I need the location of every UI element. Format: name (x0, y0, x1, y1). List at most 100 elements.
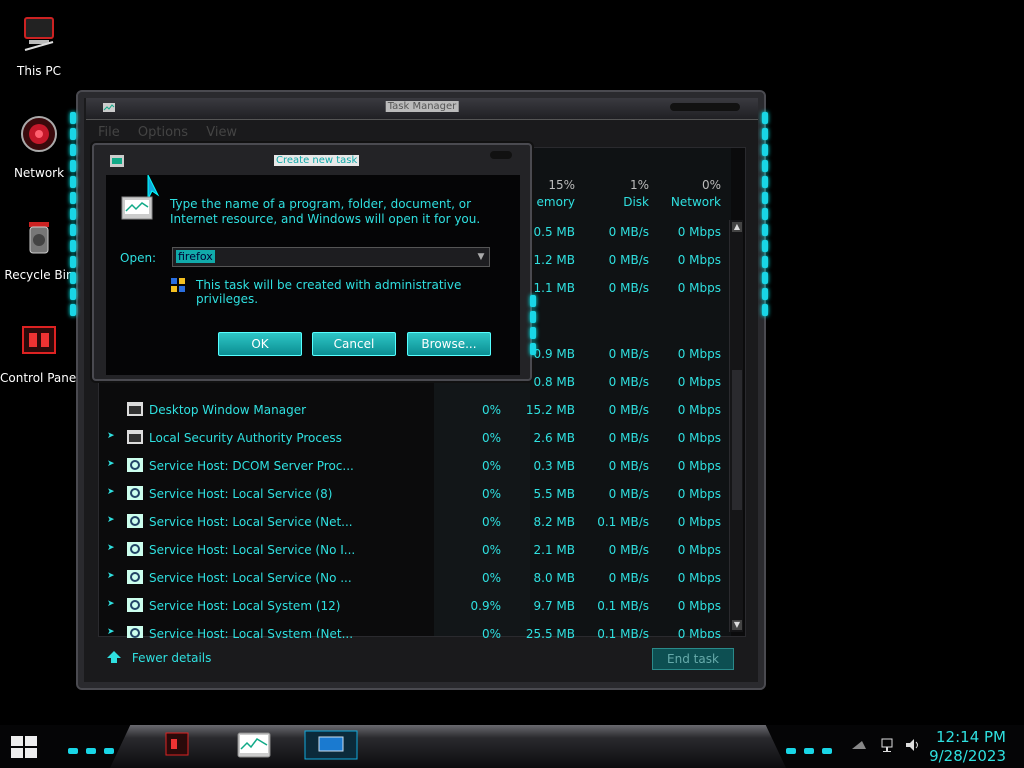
disk-cell: 0 MB/s (608, 253, 649, 267)
desktop-icon-label: This PC (17, 64, 61, 78)
open-combobox[interactable]: firefox ▼ (172, 247, 490, 267)
open-input-value[interactable]: firefox (176, 250, 215, 263)
fewer-details-label: Fewer details (131, 651, 212, 665)
scroll-down-arrow-icon[interactable]: ▼ (732, 620, 742, 630)
process-name: Service Host: Local System (12) (149, 599, 341, 613)
expand-arrow-icon[interactable]: ➤ (107, 431, 117, 441)
table-row[interactable]: ➤ Local Security Authority Process 0% 2.… (99, 424, 731, 452)
scroll-up-arrow-icon[interactable]: ▲ (732, 222, 742, 232)
memory-cell: 2.6 MB (533, 431, 575, 445)
expand-arrow-icon[interactable]: ➤ (107, 571, 117, 581)
table-row[interactable]: ➤ Service Host: Local Service (No ... 0%… (99, 564, 731, 592)
table-row[interactable]: ➤ Service Host: Local Service (Net... 0%… (99, 508, 731, 536)
table-row[interactable]: ➤ Service Host: Local System (Net... 0% … (99, 620, 731, 638)
desktop-icon-control-panel[interactable]: Control Panel (0, 319, 80, 385)
disk-cell: 0 MB/s (608, 403, 649, 417)
admin-shield-icon (171, 278, 185, 292)
table-row[interactable]: ➤ Service Host: Local Service (No I... 0… (99, 536, 731, 564)
memory-cell: 8.0 MB (533, 571, 575, 585)
network-cell: 0 Mbps (677, 599, 721, 613)
window-edge-lights-left (70, 112, 78, 320)
task-manager-titlebar[interactable]: Task Manager (86, 98, 758, 120)
cpu-cell: 0% (481, 627, 501, 638)
arrow-up-icon (107, 651, 121, 663)
window-icon (127, 402, 143, 416)
chevron-down-icon[interactable]: ▼ (473, 248, 489, 266)
dialog-close-button[interactable] (490, 151, 512, 159)
volume-icon[interactable] (904, 737, 922, 753)
dialog-message: Type the name of a program, folder, docu… (170, 197, 481, 226)
memory-cell: 9.7 MB (533, 599, 575, 613)
expand-arrow-icon[interactable]: ➤ (107, 543, 117, 553)
expand-arrow-icon[interactable]: ➤ (107, 627, 117, 637)
control-panel-taskbar-icon[interactable] (150, 729, 206, 761)
table-row[interactable]: ➤ Service Host: Local Service (8) 0% 5.5… (99, 480, 731, 508)
column-header-disk[interactable]: 1% Disk (579, 178, 649, 209)
menu-view[interactable]: View (206, 125, 237, 140)
admin-privileges-note: This task will be created with administr… (196, 278, 462, 306)
windows-start-icon[interactable] (10, 735, 38, 759)
gear-icon (127, 486, 143, 500)
memory-cell: 5.5 MB (533, 487, 575, 501)
desktop-icon-this-pc[interactable]: This PC (0, 12, 78, 78)
create-new-task-dialog: Create new task Type the name of a progr… (92, 143, 536, 381)
memory-cell: 15.2 MB (525, 403, 575, 417)
table-row[interactable]: Desktop Window Manager 0% 15.2 MB 0 MB/s… (99, 396, 731, 424)
column-header-network[interactable]: 0% Network (649, 178, 721, 209)
disk-cell: 0 MB/s (608, 431, 649, 445)
network-cell: 0 Mbps (677, 281, 721, 295)
network-percent: 0% (701, 178, 721, 192)
control-panel-icon (22, 326, 56, 354)
process-name: Service Host: Local Service (8) (149, 487, 333, 501)
menu-file[interactable]: File (98, 125, 120, 140)
dialog-content: Type the name of a program, folder, docu… (106, 175, 520, 375)
fewer-details-link[interactable]: Fewer details (106, 650, 211, 665)
notification-chevron-icon[interactable] (850, 737, 868, 753)
expand-arrow-icon[interactable]: ➤ (107, 459, 117, 469)
expand-arrow-icon[interactable]: ➤ (107, 515, 117, 525)
network-cell: 0 Mbps (677, 459, 721, 473)
dialog-edge-lights (530, 295, 538, 359)
desktop-icon-label: Network (13, 166, 65, 180)
run-program-icon (121, 175, 160, 220)
end-task-button[interactable]: End task (652, 648, 734, 670)
network-cell: 0 Mbps (677, 431, 721, 445)
computer-icon (24, 17, 54, 51)
taskbar-lights-left (68, 739, 115, 758)
run-dialog-icon (110, 155, 124, 167)
gear-icon (127, 626, 143, 638)
cpu-cell: 0% (481, 459, 501, 473)
desktop-icon-label: Control Panel (0, 371, 80, 385)
recycle-bin-icon (29, 222, 49, 254)
cpu-cell: 0% (481, 403, 501, 417)
desktop-icon-network[interactable]: Network (0, 114, 78, 180)
ok-button[interactable]: OK (218, 332, 302, 356)
network-tray-icon[interactable] (880, 737, 898, 753)
scrollbar-thumb[interactable] (732, 370, 742, 510)
gear-icon (127, 598, 143, 612)
window-edge-lights-right (762, 112, 770, 320)
browse-button[interactable]: Browse... (407, 332, 491, 356)
task-manager-taskbar-icon[interactable] (226, 729, 282, 761)
disk-cell: 0 MB/s (608, 281, 649, 295)
cancel-button[interactable]: Cancel (312, 332, 396, 356)
table-row[interactable]: ➤ Service Host: Local System (12) 0.9% 9… (99, 592, 731, 620)
system-clock[interactable]: 12:14 PM 9/28/2023 (929, 728, 1006, 766)
table-row[interactable]: ➤ Service Host: DCOM Server Proc... 0% 0… (99, 452, 731, 480)
network-cell: 0 Mbps (677, 487, 721, 501)
disk-cell: 0 MB/s (608, 459, 649, 473)
vertical-scrollbar[interactable]: ▲ ▼ (729, 220, 743, 632)
expand-arrow-icon[interactable]: ➤ (107, 487, 117, 497)
menu-options[interactable]: Options (138, 125, 188, 140)
expand-arrow-icon[interactable]: ➤ (107, 599, 117, 609)
process-name: Local Security Authority Process (149, 431, 342, 445)
window-controls[interactable] (670, 103, 740, 111)
network-globe-icon (21, 116, 57, 152)
cpu-cell: 0.9% (470, 599, 502, 613)
memory-cell: 0.3 MB (533, 459, 575, 473)
desktop-icon-recycle-bin[interactable]: Recycle Bin (0, 216, 78, 282)
memory-cell: 2.1 MB (533, 543, 575, 557)
active-window-taskbar-icon[interactable] (303, 729, 359, 761)
network-cell: 0 Mbps (677, 515, 721, 529)
cpu-cell: 0% (481, 515, 501, 529)
